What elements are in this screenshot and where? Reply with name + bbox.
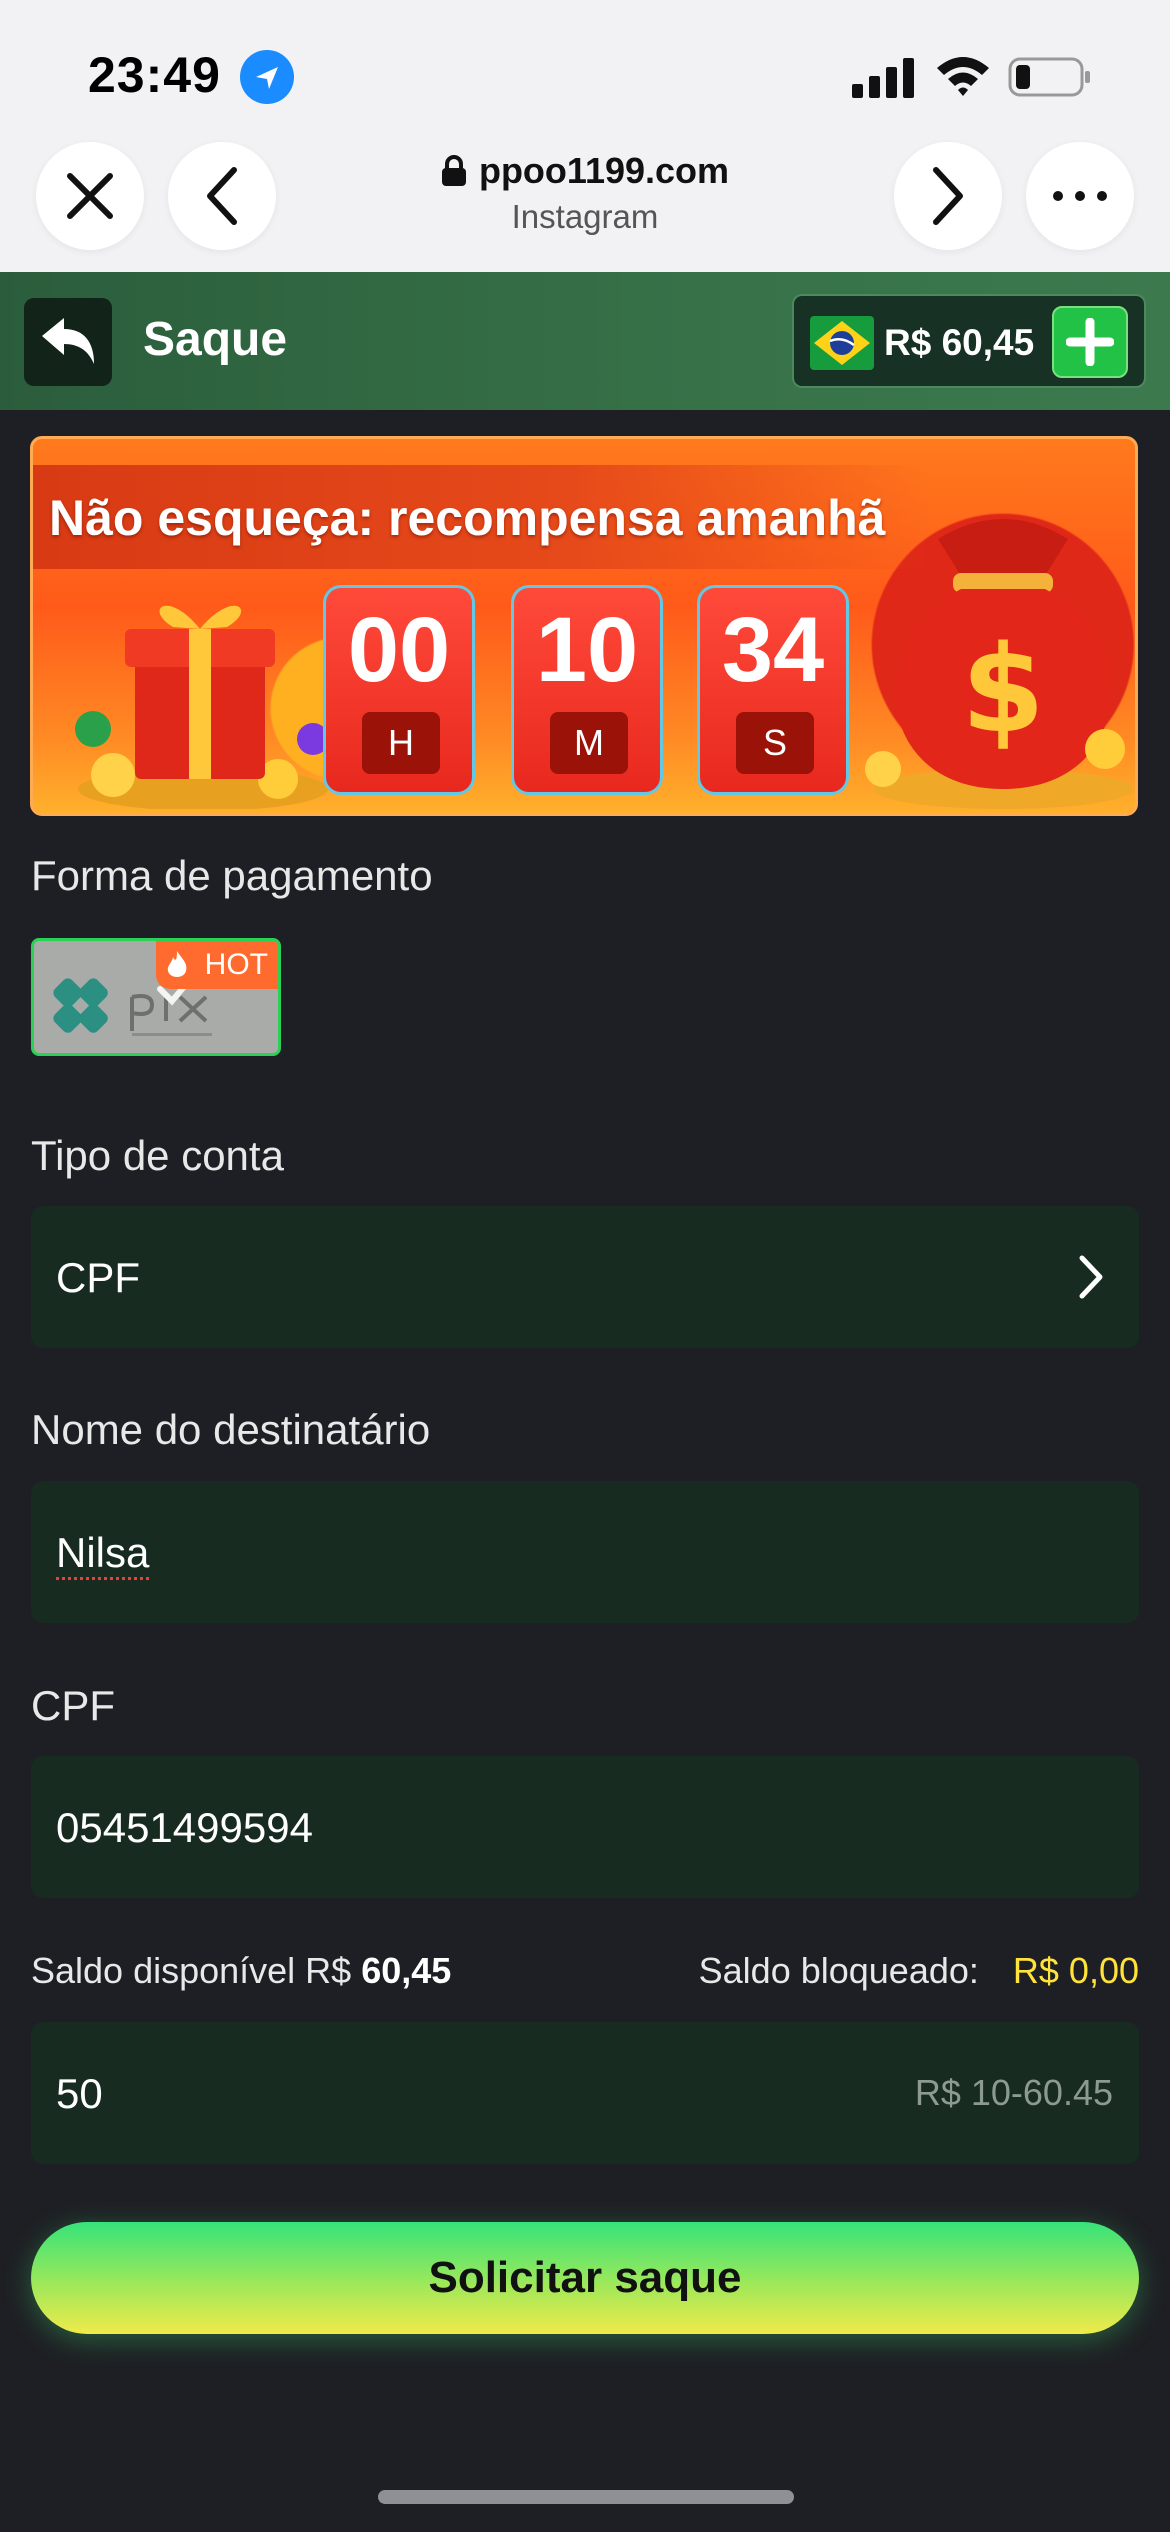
blocked-balance: Saldo bloqueado: R$ 0,00 (699, 1950, 1139, 1992)
recipient-name-input[interactable]: Nilsa (31, 1481, 1139, 1623)
countdown-hours: 00 H (323, 585, 475, 795)
chevron-right-icon (933, 167, 963, 225)
gift-box-icon (75, 605, 329, 809)
brazil-flag-icon (810, 316, 874, 370)
browser-chrome: 23:49 ppoo1199.com Instagram (0, 0, 1170, 272)
cpf-input[interactable]: 05451499594 (31, 1756, 1139, 1898)
available-balance-label: Saldo disponível R$ (31, 1950, 352, 1991)
countdown-seconds: 34 S (697, 585, 849, 795)
more-horizontal-icon (1053, 191, 1107, 201)
close-icon (67, 173, 113, 219)
svg-text:$: $ (961, 621, 1045, 760)
plus-icon (1066, 318, 1114, 366)
wifi-icon (937, 57, 989, 96)
url-display[interactable]: ppoo1199.com Instagram (360, 150, 810, 236)
flame-icon (167, 951, 187, 977)
chevron-right-icon (1079, 1255, 1103, 1299)
minutes-value: 10 (535, 599, 639, 701)
url-domain: ppoo1199.com (478, 150, 730, 191)
recipient-name-label: Nome do destinatário (31, 1406, 431, 1453)
close-button[interactable] (36, 142, 144, 250)
location-arrow-icon (240, 50, 294, 104)
blocked-balance-value: R$ 0,00 (1012, 1950, 1139, 1991)
home-indicator (378, 2490, 794, 2504)
account-type-value: CPF (56, 1254, 140, 1301)
withdraw-amount-range: R$ 10-60.45 (914, 2072, 1113, 2113)
balance-display: R$ 60,45 (792, 294, 1146, 388)
blocked-balance-label: Saldo bloqueado: (698, 1950, 979, 1991)
browser-back-button[interactable] (168, 142, 276, 250)
minutes-unit: M (550, 712, 628, 774)
seconds-value: 34 (721, 599, 825, 701)
deposit-button[interactable] (1052, 306, 1128, 378)
cpf-value: 05451499594 (56, 1804, 313, 1851)
hours-value: 00 (347, 599, 451, 701)
available-balance-value: 60,45 (361, 1950, 452, 1991)
hot-badge-label: HOT (204, 948, 268, 981)
request-withdrawal-button[interactable]: Solicitar saque (31, 2222, 1139, 2334)
banner-message: Não esqueça: recompensa amanhã (49, 490, 886, 546)
hot-badge: HOT (156, 941, 278, 989)
withdraw-amount-value: 50 (56, 2070, 103, 2117)
cpf-label: CPF (31, 1682, 115, 1729)
back-button[interactable] (24, 298, 112, 386)
account-type-select[interactable]: CPF (31, 1206, 1139, 1348)
account-type-label: Tipo de conta (31, 1132, 284, 1179)
return-arrow-icon (42, 318, 94, 364)
balance-amount: R$ 60,45 (884, 322, 1035, 363)
reward-countdown-banner[interactable]: Não esqueça: recompensa amanhã $ 00 H 10… (30, 436, 1138, 816)
countdown-minutes: 10 M (511, 585, 663, 795)
cellular-signal-icon (852, 58, 914, 98)
page-title: Saque (143, 313, 288, 366)
money-bag-icon: $ (865, 519, 1133, 809)
more-options-button[interactable] (1026, 142, 1134, 250)
withdraw-amount-input[interactable]: 50 R$ 10-60.45 (31, 2022, 1139, 2164)
url-subtitle: Instagram (511, 198, 659, 235)
pix-payment-option[interactable]: HOT (31, 938, 281, 1056)
seconds-unit: S (736, 712, 814, 774)
lock-icon (441, 155, 466, 186)
payment-method-label: Forma de pagamento (31, 852, 433, 899)
status-time: 23:49 (88, 47, 221, 103)
browser-forward-button[interactable] (894, 142, 1002, 250)
available-balance: Saldo disponível R$ 60,45 (31, 1950, 451, 1992)
chevron-left-icon (207, 167, 237, 225)
hours-unit: H (362, 712, 440, 774)
app-header: Saque R$ 60,45 (0, 272, 1170, 410)
battery-icon (1008, 57, 1090, 97)
balance-info-row: Saldo disponível R$ 60,45 Saldo bloquead… (31, 1950, 1139, 2000)
recipient-name-value: Nilsa (56, 1529, 150, 1576)
